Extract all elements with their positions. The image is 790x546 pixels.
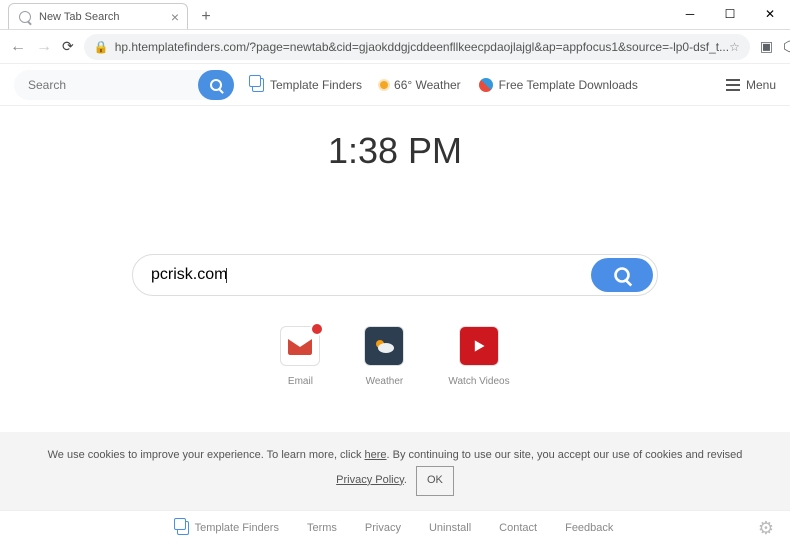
page-toolbar: Template Finders 66° Weather Free Templa… bbox=[0, 64, 790, 106]
learn-more-link[interactable]: here bbox=[365, 449, 387, 461]
tile-label: Weather bbox=[366, 376, 404, 387]
url-text: hp.htemplatefinders.com/?page=newtab&cid… bbox=[115, 40, 729, 54]
menu-button[interactable]: Menu bbox=[726, 78, 776, 92]
footer-feedback[interactable]: Feedback bbox=[565, 522, 613, 534]
email-tile[interactable]: Email bbox=[280, 326, 320, 387]
minimize-button[interactable]: ─ bbox=[670, 0, 710, 28]
cookie-ok-button[interactable]: OK bbox=[416, 466, 454, 496]
hamburger-icon bbox=[726, 79, 740, 91]
url-field[interactable]: 🔒 hp.htemplatefinders.com/?page=newtab&c… bbox=[84, 34, 750, 60]
search-icon bbox=[19, 11, 31, 23]
tile-label: Watch Videos bbox=[448, 376, 509, 387]
page-footer: Template Finders Terms Privacy Uninstall… bbox=[0, 510, 790, 546]
youtube-icon bbox=[459, 326, 499, 366]
weather-icon bbox=[364, 326, 404, 366]
sun-icon bbox=[380, 81, 388, 89]
forward-button[interactable]: → bbox=[36, 38, 52, 56]
quick-links: Email Weather Watch Videos bbox=[280, 326, 509, 387]
back-button[interactable]: ← bbox=[10, 38, 26, 56]
document-icon bbox=[252, 78, 264, 92]
maximize-button[interactable]: ☐ bbox=[710, 0, 750, 28]
clock-display: 1:38 PM bbox=[328, 130, 462, 172]
tile-label: Email bbox=[288, 376, 313, 387]
downloads-link[interactable]: Free Template Downloads bbox=[479, 78, 638, 92]
download-icon bbox=[479, 78, 493, 92]
address-actions: ▣ ⬡ ⬣ bbox=[760, 37, 790, 57]
lock-icon: 🔒 bbox=[94, 40, 109, 54]
window-titlebar: New Tab Search × + ─ ☐ ✕ bbox=[0, 0, 790, 30]
reload-button[interactable]: ⟳ bbox=[62, 38, 74, 55]
footer-contact[interactable]: Contact bbox=[499, 522, 537, 534]
main-search-button[interactable] bbox=[591, 258, 653, 292]
new-tab-button[interactable]: + bbox=[194, 5, 218, 29]
footer-template-finders[interactable]: Template Finders bbox=[177, 521, 279, 535]
footer-uninstall[interactable]: Uninstall bbox=[429, 522, 471, 534]
toolbar-search-input[interactable] bbox=[28, 78, 198, 92]
browser-tab[interactable]: New Tab Search × bbox=[8, 3, 188, 29]
toolbar-search-button[interactable] bbox=[198, 70, 234, 100]
notification-badge bbox=[310, 322, 324, 336]
main-content: 1:38 PM pcrisk.com Email Weather Watch V… bbox=[0, 106, 790, 432]
videos-tile[interactable]: Watch Videos bbox=[448, 326, 509, 387]
weather-link[interactable]: 66° Weather bbox=[380, 78, 461, 92]
settings-gear-icon[interactable]: ⚙ bbox=[758, 518, 774, 539]
tab-title: New Tab Search bbox=[39, 11, 120, 23]
footer-privacy[interactable]: Privacy bbox=[365, 522, 401, 534]
close-icon[interactable]: × bbox=[171, 9, 179, 25]
template-finders-link[interactable]: Template Finders bbox=[252, 78, 362, 92]
address-bar: ← → ⟳ 🔒 hp.htemplatefinders.com/?page=ne… bbox=[0, 30, 790, 64]
close-window-button[interactable]: ✕ bbox=[750, 0, 790, 28]
privacy-policy-link[interactable]: Privacy Policy bbox=[336, 474, 404, 486]
toolbar-search[interactable] bbox=[14, 70, 234, 100]
main-search-box[interactable]: pcrisk.com bbox=[132, 254, 658, 296]
search-icon bbox=[210, 79, 222, 91]
shield-icon[interactable]: ⬡ bbox=[783, 38, 790, 55]
gmail-icon bbox=[280, 326, 320, 366]
search-icon bbox=[614, 267, 630, 283]
window-controls: ─ ☐ ✕ bbox=[670, 0, 790, 28]
weather-tile[interactable]: Weather bbox=[364, 326, 404, 387]
cookie-banner: We use cookies to improve your experienc… bbox=[0, 432, 790, 510]
star-icon[interactable]: ☆ bbox=[729, 40, 740, 54]
document-icon bbox=[177, 521, 189, 535]
extension-icon[interactable]: ▣ bbox=[760, 38, 773, 55]
footer-terms[interactable]: Terms bbox=[307, 522, 337, 534]
